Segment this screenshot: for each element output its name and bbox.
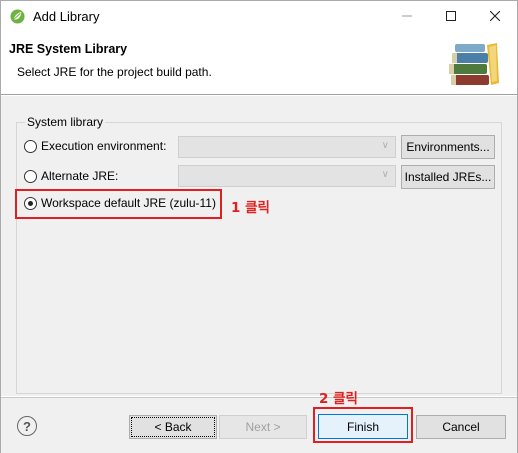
- system-library-group: [16, 122, 502, 394]
- execution-environment-radio[interactable]: Execution environment:: [24, 139, 166, 153]
- alternate-jre-combo: ∨: [178, 165, 396, 187]
- finish-button[interactable]: Finish: [318, 414, 408, 439]
- next-button[interactable]: Next >: [219, 415, 307, 439]
- wizard-banner: JRE System Library Select JRE for the pr…: [1, 32, 517, 90]
- minimize-icon[interactable]: [385, 1, 429, 31]
- radio-circle[interactable]: [24, 139, 37, 153]
- chevron-down-icon: ∨: [381, 140, 389, 151]
- maximize-icon[interactable]: [429, 1, 473, 31]
- environments-button[interactable]: Environments...: [401, 135, 495, 159]
- banner-message: Select JRE for the project build path.: [17, 65, 212, 79]
- title-bar: Add Library: [1, 1, 517, 32]
- chevron-down-icon: ∨: [381, 169, 389, 180]
- execution-environment-label: Execution environment:: [41, 139, 167, 153]
- radio-circle[interactable]: [24, 169, 37, 183]
- spring-leaf-icon: [10, 9, 25, 24]
- annotation-step2: 2 클릭: [319, 391, 358, 407]
- execution-environment-combo: ∨: [178, 136, 396, 158]
- annotation-step1: 1 클릭: [231, 200, 270, 216]
- alternate-jre-radio[interactable]: Alternate JRE:: [24, 169, 118, 183]
- banner-title: JRE System Library: [9, 42, 128, 56]
- close-icon[interactable]: [473, 1, 517, 31]
- help-icon[interactable]: ?: [17, 416, 37, 436]
- alternate-jre-label: Alternate JRE:: [41, 169, 119, 183]
- books-stack-icon: [449, 43, 499, 85]
- banner-separator: [1, 94, 517, 95]
- highlight-box-step1: [15, 189, 222, 219]
- add-library-dialog: Add Library JRE System Library Select JR…: [0, 0, 518, 453]
- window-title: Add Library: [33, 9, 100, 24]
- back-button[interactable]: < Back: [129, 415, 217, 439]
- installed-jres-button[interactable]: Installed JREs...: [401, 165, 495, 189]
- group-label: System library: [25, 115, 106, 129]
- cancel-button[interactable]: Cancel: [416, 415, 506, 439]
